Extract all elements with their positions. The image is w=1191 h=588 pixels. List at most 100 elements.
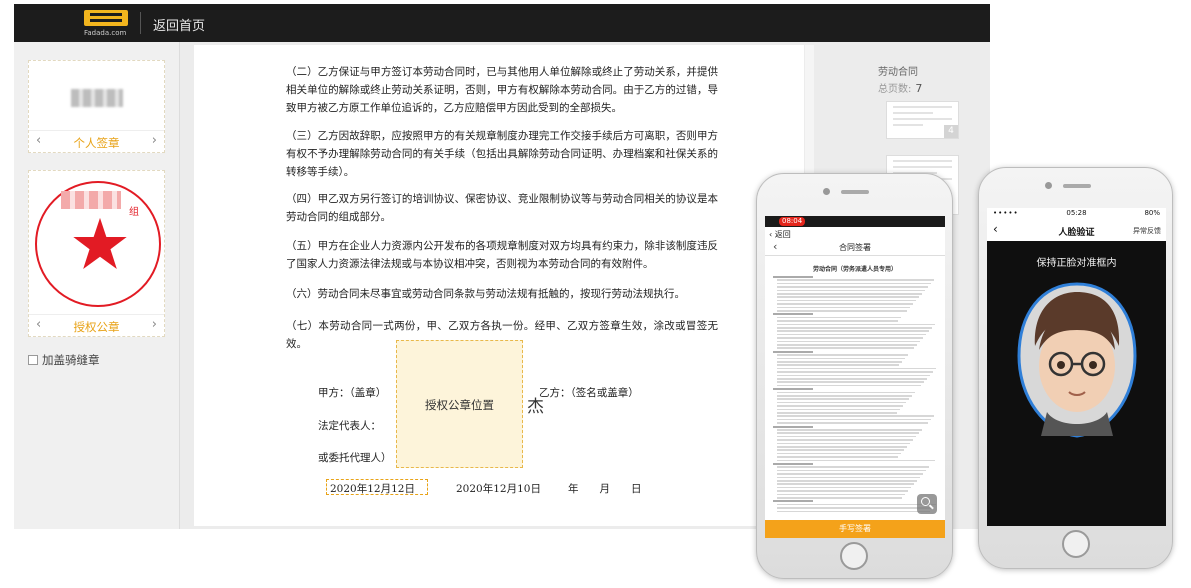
- next-personal-seal-button[interactable]: ›: [152, 133, 157, 148]
- clause-4: （四）甲乙双方另行签订的培训协议、保密协议、竞业限制协议等与劳动合同相关的协议是…: [286, 193, 718, 223]
- preview-text-line: [773, 500, 813, 503]
- stamp-char: 组: [129, 207, 139, 218]
- total-pages: 总页数: 7: [878, 80, 922, 95]
- preview-text-line: [777, 320, 898, 322]
- preview-text-line: [777, 466, 929, 468]
- face-frame-avatar: [1017, 282, 1137, 438]
- composite-screenshot: Fadada.com 返回首页 ‹ 个人签章 › 组 ‹ 授权公章 › 加盖骑缝…: [0, 0, 1191, 588]
- clause-5: （五）甲方在企业人力资源内公开发布的各项规章制度对双方均具有约束力，除非该制度违…: [286, 240, 718, 270]
- cross-seam-checkbox[interactable]: [28, 355, 38, 365]
- personal-seal-pager: ‹ 个人签章 ›: [29, 130, 164, 152]
- face-verify-screen: ••••• 05:28 80% ‹ 人脸验证 异常反馈 保持正脸对准框内: [987, 208, 1166, 526]
- preview-text-line: [777, 361, 902, 363]
- preview-text-line: [773, 463, 813, 465]
- legal-rep-label: 法定代表人：: [318, 420, 381, 432]
- phone-speaker: [841, 190, 869, 194]
- preview-text-line: [777, 456, 898, 458]
- return-button[interactable]: ‹ 返回: [769, 229, 791, 240]
- auth-seal-placeholder[interactable]: 授权公章位置: [396, 340, 523, 468]
- preview-text-line: [777, 347, 914, 349]
- return-label: 返回: [774, 230, 791, 239]
- next-auth-seal-button[interactable]: ›: [152, 317, 157, 332]
- preview-text-line: [777, 395, 912, 397]
- preview-text-line: [777, 476, 920, 479]
- cross-seam-option[interactable]: 加盖骑缝章: [28, 352, 100, 368]
- phone-speaker: [1063, 184, 1091, 188]
- clause-6: （六）劳动合同未尽事宜或劳动合同条款与劳动法规有抵触的，按现行劳动法规执行。: [286, 288, 685, 300]
- preview-text-line: [777, 316, 901, 319]
- preview-text-line: [773, 276, 813, 278]
- preview-text-line: [777, 432, 919, 434]
- stamp-star-icon: [73, 217, 127, 269]
- handwrite-sign-button[interactable]: 手写签署: [765, 520, 945, 538]
- auth-seal-label: 授权公章: [73, 320, 120, 334]
- contract-preview-title: 劳动合同（劳务派遣人员专用）: [812, 266, 897, 273]
- clause-3: （三）乙方因故辞职，应按照甲方的有关规章制度办理完工作交接手续后方可离职，否则甲…: [286, 130, 718, 178]
- phone-face-verification: ••••• 05:28 80% ‹ 人脸验证 异常反馈 保持正脸对准框内: [978, 167, 1173, 569]
- preview-text-line: [777, 279, 934, 281]
- company-stamp: 组: [35, 181, 161, 307]
- preview-text-line: [777, 310, 907, 312]
- preview-text-line: [777, 442, 910, 445]
- preview-text-line: [777, 507, 933, 509]
- preview-text-line: [777, 412, 897, 414]
- agent-label: 或委托代理人）: [318, 452, 392, 464]
- total-pages-label: 总页数:: [878, 84, 912, 95]
- preview-text-line: [777, 490, 908, 492]
- thumbnail-page-number: 4: [944, 125, 958, 138]
- preview-text-line: [777, 333, 926, 336]
- preview-text-line: [777, 429, 922, 431]
- party-a-label: 甲方：（盖章）: [318, 387, 387, 399]
- logo-site-text: Fadada.com: [84, 29, 127, 37]
- face-nav-bar: ‹ 人脸验证 异常反馈: [987, 221, 1166, 241]
- home-button[interactable]: [1062, 530, 1090, 558]
- auth-seal-placeholder-label: 授权公章位置: [425, 398, 494, 412]
- signing-screen: 08:04 ‹ 返回 ‹ 合同签署 劳动合同（劳务派遣人员专用） 手写签署: [765, 216, 945, 538]
- preview-text-line: [777, 367, 936, 370]
- preview-text-line: [777, 299, 916, 302]
- fadada-logo[interactable]: Fadada.com: [80, 4, 130, 42]
- preview-text-line: [777, 415, 934, 417]
- preview-text-line: [777, 497, 902, 499]
- preview-text-line: [777, 323, 935, 326]
- zoom-button[interactable]: [917, 494, 937, 514]
- preview-text-line: [777, 398, 909, 400]
- preview-text-line: [777, 286, 928, 288]
- preview-text-line: [777, 378, 927, 380]
- preview-text-line: [777, 401, 906, 404]
- page-thumbnail[interactable]: 4: [886, 101, 959, 139]
- back-home-link[interactable]: 返回首页: [153, 15, 205, 34]
- preview-text-line: [777, 408, 900, 411]
- party-b-date: 2020年12月10日: [456, 483, 541, 495]
- status-time: 08:04: [779, 217, 806, 226]
- preview-text-line: [777, 296, 919, 298]
- preview-text-line: [777, 459, 935, 462]
- preview-text-line: [777, 503, 936, 506]
- feedback-link[interactable]: 异常反馈: [1133, 226, 1161, 236]
- preview-text-line: [773, 313, 813, 316]
- battery-level: 80%: [1144, 209, 1160, 217]
- preview-text-line: [777, 330, 929, 332]
- preview-text-line: [777, 422, 928, 424]
- preview-text-line: [777, 381, 924, 383]
- home-button[interactable]: [840, 542, 868, 570]
- clause-2: （二）乙方保证与甲方签订本劳动合同时，已与其他用人单位解除或终止了劳动关系，并提…: [286, 66, 718, 114]
- preview-text-line: [777, 452, 901, 455]
- total-pages-value: 7: [915, 82, 923, 95]
- auth-seal-card[interactable]: 组 ‹ 授权公章 ›: [28, 170, 165, 337]
- preview-text-line: [777, 374, 930, 377]
- preview-text-line: [777, 364, 899, 366]
- blurred-signature: [71, 89, 123, 107]
- preview-text-line: [777, 439, 913, 441]
- logo-mark-icon: [84, 10, 128, 26]
- signing-nav-title: 合同签署: [839, 243, 871, 252]
- preview-text-line: [777, 391, 915, 394]
- thumbnail-doc-title: 劳动合同: [878, 67, 918, 78]
- preview-text-line: [777, 371, 933, 373]
- preview-text-line: [777, 405, 903, 407]
- phone-camera: [1045, 182, 1052, 189]
- preview-text-line: [777, 340, 920, 343]
- preview-text-line: [773, 350, 813, 353]
- contract-preview[interactable]: 劳动合同（劳务派遣人员专用）: [771, 262, 939, 513]
- personal-seal-card[interactable]: ‹ 个人签章 ›: [28, 60, 165, 153]
